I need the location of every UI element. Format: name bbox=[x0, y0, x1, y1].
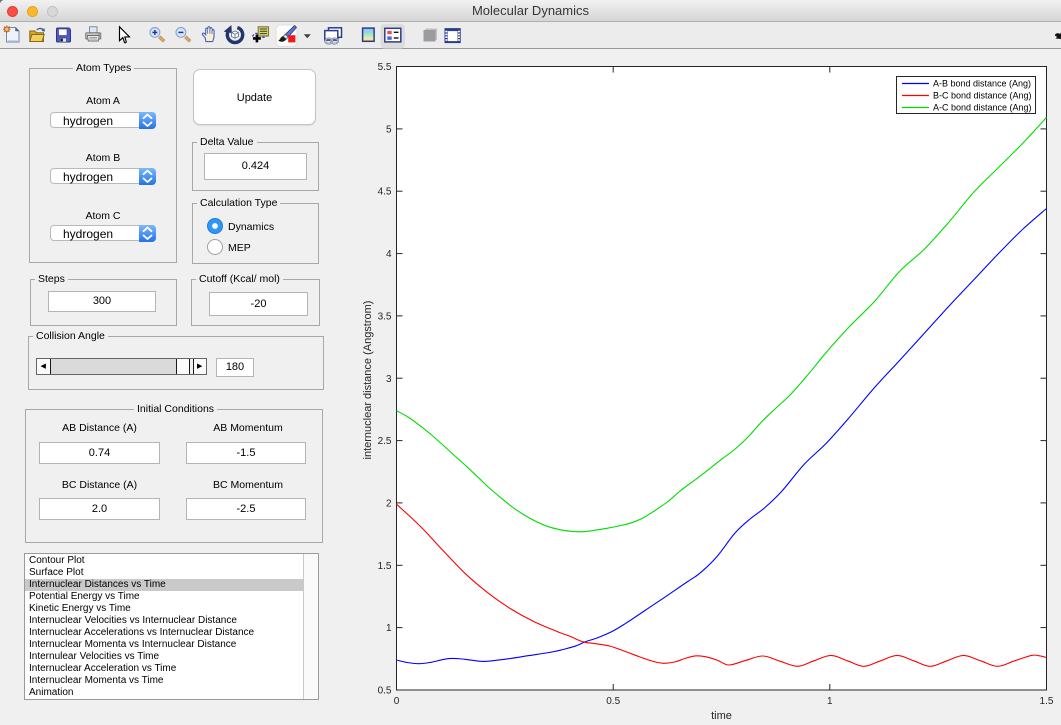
svg-text:4: 4 bbox=[386, 249, 392, 260]
svg-text:1: 1 bbox=[827, 696, 833, 707]
svg-text:2: 2 bbox=[386, 498, 392, 509]
svg-text:A-C bond distance (Ang): A-C bond distance (Ang) bbox=[933, 103, 1032, 113]
svg-text:A-B bond distance (Ang): A-B bond distance (Ang) bbox=[933, 79, 1031, 89]
svg-text:B-C bond distance (Ang): B-C bond distance (Ang) bbox=[933, 91, 1032, 101]
svg-text:3: 3 bbox=[386, 374, 392, 385]
svg-text:1.5: 1.5 bbox=[378, 561, 392, 572]
svg-text:5.5: 5.5 bbox=[378, 62, 392, 73]
svg-text:3.5: 3.5 bbox=[378, 311, 392, 322]
svg-text:1: 1 bbox=[386, 623, 392, 634]
svg-text:internuclear distance (Angstro: internuclear distance (Angstrom) bbox=[362, 301, 374, 460]
svg-text:4.5: 4.5 bbox=[378, 187, 392, 198]
svg-text:0: 0 bbox=[394, 696, 400, 707]
svg-text:time: time bbox=[711, 710, 732, 722]
svg-text:0.5: 0.5 bbox=[378, 686, 392, 697]
svg-text:2.5: 2.5 bbox=[378, 436, 392, 447]
svg-text:5: 5 bbox=[386, 124, 392, 135]
svg-text:0.5: 0.5 bbox=[606, 696, 620, 707]
svg-text:1.5: 1.5 bbox=[1040, 696, 1054, 707]
